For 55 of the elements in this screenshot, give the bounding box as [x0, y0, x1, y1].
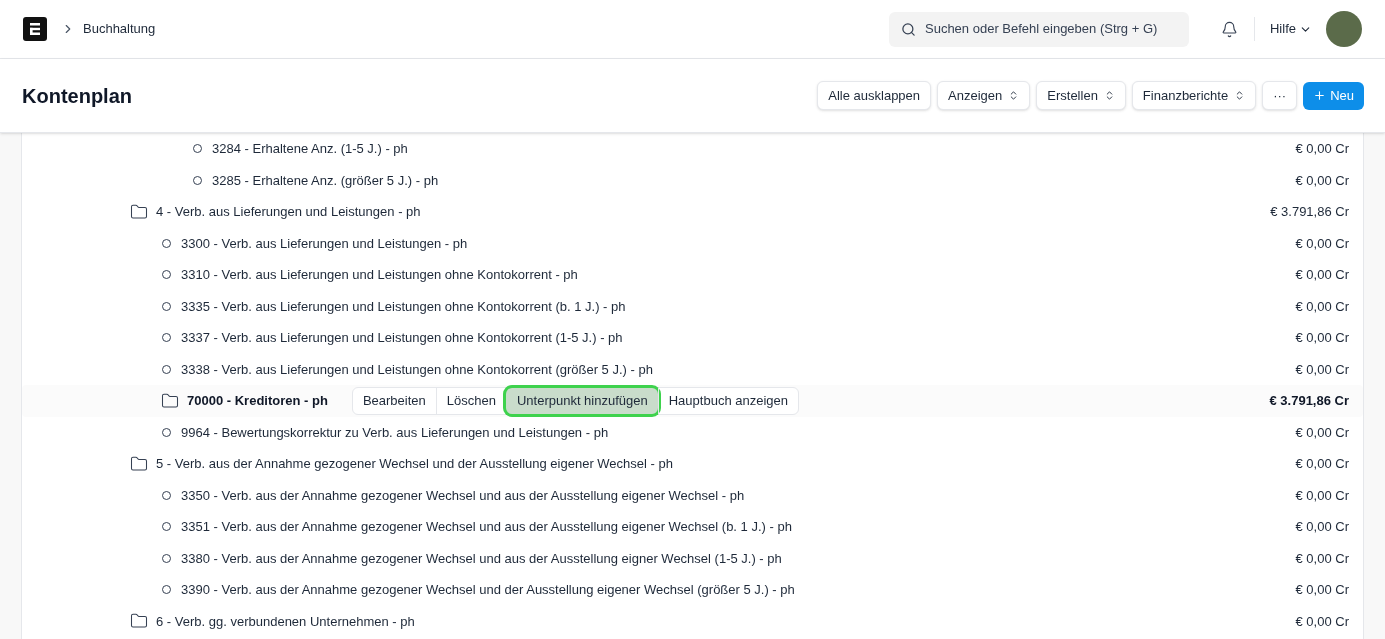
account-balance: € 0,00 Cr — [1295, 612, 1349, 631]
account-balance: € 0,00 Cr — [1295, 140, 1349, 158]
account-label: 3284 - Erhaltene Anz. (1-5 J.) - ph — [212, 140, 408, 158]
notification-bell-icon[interactable] — [1221, 20, 1238, 38]
account-label: 3380 - Verb. aus der Annahme gezogener Wechsel und aus der Ausstellung eigner Wechsel (1-5 J.) - ph — [181, 549, 782, 568]
account-label: 9964 - Bewertungskorrektur zu Verb. aus Lieferungen und Leistungen - ph — [181, 423, 609, 442]
account-label: 3350 - Verb. aus der Annahme gezogener Wechsel und aus der Ausstellung eigener Wechsel - ph — [181, 486, 745, 505]
account-label: 3310 - Verb. aus Lieferungen und Leistungen ohne Kontokorrent - ph — [181, 266, 578, 284]
account-balance: € 0,00 Cr — [1295, 266, 1349, 284]
account-balance: € 0,00 Cr — [1295, 329, 1349, 347]
folder-icon — [130, 454, 148, 473]
account-balance: € 0,00 Cr — [1295, 297, 1349, 316]
search-input[interactable]: Suchen oder Befehl eingeben (Strg + G) — [925, 19, 1177, 39]
node-action-button[interactable]: Bearbeiten — [352, 387, 436, 414]
account-label: 3338 - Verb. aus Lieferungen und Leistungen ohne Kontokorrent (größer 5 J.) - ph — [181, 360, 653, 379]
more-button[interactable]: ··· — [1262, 81, 1298, 110]
account-balance: € 3.791,86 Cr — [1269, 392, 1349, 410]
account-balance: € 0,00 Cr — [1295, 171, 1349, 190]
account-label: 3351 - Verb. aus der Annahme gezogener Wechsel und aus der Ausstellung eigener Wechsel (b. 1 J.) - ph — [181, 518, 792, 536]
account-balance: € 0,00 Cr — [1295, 486, 1349, 505]
dropdown-button[interactable]: Finanzberichte — [1131, 81, 1257, 110]
account-balance: € 3.791,86 Cr — [1270, 203, 1349, 221]
account-label: 3337 - Verb. aus Lieferungen und Leistungen ohne Kontokorrent (1-5 J.) - ph — [181, 329, 623, 347]
page-title: Kontenplan — [22, 83, 132, 109]
account-balance: € 0,00 Cr — [1295, 360, 1349, 379]
plus-icon — [1313, 89, 1327, 102]
help-menu[interactable]: Hilfe — [1270, 19, 1312, 39]
node-action-button[interactable]: Unterpunkt hinzufügen — [505, 387, 658, 414]
account-balance: € 0,00 Cr — [1295, 549, 1349, 568]
account-label: 3300 - Verb. aus Lieferungen und Leistungen - ph — [181, 234, 468, 253]
account-label: 70000 - Kreditoren - ph — [187, 392, 328, 410]
account-label: 6 - Verb. gg. verbundenen Unternehmen - ph — [156, 612, 415, 631]
folder-icon — [130, 202, 148, 221]
breadcrumb-link[interactable]: Buchhaltung — [83, 19, 156, 39]
account-label: 4 - Verb. aus Lieferungen und Leistungen - ph — [156, 203, 421, 221]
search-icon — [901, 21, 916, 37]
account-label: 3335 - Verb. aus Lieferungen und Leistungen ohne Kontokorrent (b. 1 J.) - ph — [181, 297, 626, 316]
account-balance: € 0,00 Cr — [1295, 234, 1349, 253]
account-balance: € 0,00 Cr — [1295, 581, 1349, 599]
dropdown-button[interactable]: Anzeigen — [937, 81, 1031, 110]
folder-icon — [161, 391, 179, 410]
dropdown-button[interactable]: Erstellen — [1036, 81, 1126, 110]
account-balance: € 0,00 Cr — [1295, 455, 1349, 473]
account-label: 3285 - Erhaltene Anz. (größer 5 J.) - ph — [212, 171, 439, 190]
avatar[interactable] — [1326, 11, 1362, 47]
action-button[interactable]: Alle ausklappen — [817, 81, 932, 110]
account-label: 3390 - Verb. aus der Annahme gezogener Wechsel und der Ausstellung eigener Wechsel (größer 5 J.) - ph — [181, 581, 795, 599]
search-field[interactable]: Suchen oder Befehl eingeben (Strg + G) — [889, 11, 1189, 47]
account-row[interactable]: 70000 - Kreditoren - ph Bearbeiten Löschen Unterpunkt hinzufügen Hauptbuch anzeigen € 3.791,86 Cr — [22, 385, 1363, 417]
node-action-button[interactable]: Hauptbuch anzeigen — [657, 387, 798, 414]
account-label: 5 - Verb. aus der Annahme gezogener Wechsel und der Ausstellung eigener Wechsel - ph — [156, 455, 673, 473]
account-balance: € 0,00 Cr — [1295, 518, 1349, 536]
account-balance: € 0,00 Cr — [1295, 423, 1349, 442]
folder-icon — [130, 612, 148, 631]
app-logo-icon — [23, 17, 47, 41]
